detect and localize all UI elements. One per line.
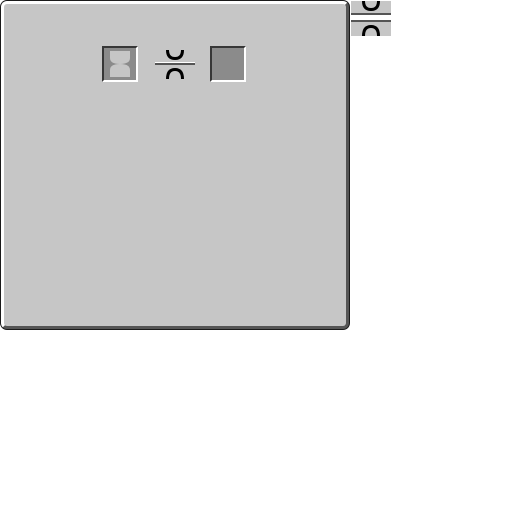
input-slot[interactable]	[102, 46, 138, 82]
compress-top-sprite	[351, 0, 391, 15]
compress-bottom-sprite	[351, 20, 391, 36]
output-slot[interactable]	[210, 46, 246, 82]
game-screen	[0, 0, 512, 512]
compress-arrow-icon	[155, 50, 195, 79]
progress-indicator	[154, 46, 196, 82]
hourglass-icon	[104, 48, 136, 80]
